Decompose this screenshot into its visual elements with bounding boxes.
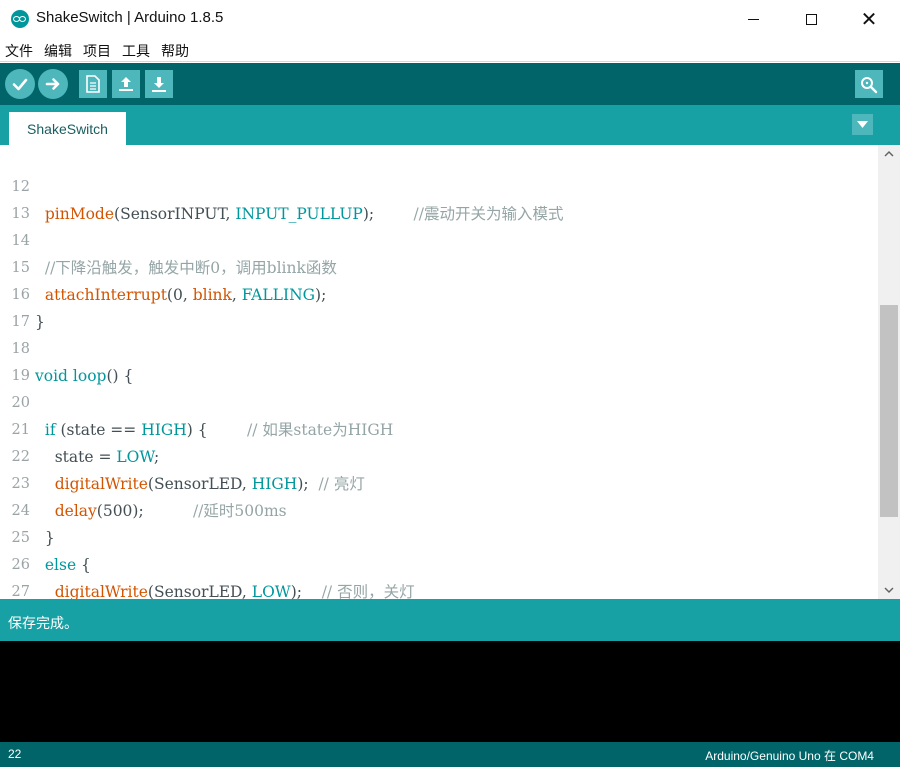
bottom-status-bar: 22 Arduino/Genuino Uno 在 COM4 <box>0 742 900 767</box>
scroll-up-button[interactable] <box>878 145 900 163</box>
minimize-button[interactable] <box>724 0 782 38</box>
upload-button[interactable] <box>38 69 68 99</box>
serial-monitor-button[interactable] <box>855 70 883 98</box>
toolbar <box>0 63 900 105</box>
verify-button[interactable] <box>5 69 35 99</box>
status-message-bar: 保存完成。 <box>0 599 900 641</box>
tab-shakeswitch[interactable]: ShakeSwitch <box>9 112 126 145</box>
board-port-info: Arduino/Genuino Uno 在 COM4 <box>705 749 874 763</box>
open-icon <box>119 77 133 91</box>
minimize-icon <box>747 18 759 20</box>
menu-tools[interactable]: 工具 <box>122 41 150 61</box>
verify-icon <box>12 78 28 91</box>
menu-edit[interactable]: 编辑 <box>44 41 72 61</box>
scroll-thumb[interactable] <box>880 305 898 517</box>
code-line: 24 } <box>0 471 878 547</box>
arduino-logo-icon <box>11 10 29 28</box>
console-output[interactable] <box>0 641 900 742</box>
upload-arrow-icon <box>45 78 60 90</box>
code-line: 20 if (state == HIGH) { // 如果state为HIGH <box>0 363 878 439</box>
save-button[interactable] <box>145 70 173 98</box>
menu-help[interactable]: 帮助 <box>161 41 189 61</box>
code-line: 19 <box>0 336 878 384</box>
menu-sketch[interactable]: 项目 <box>83 41 111 61</box>
tab-menu-button[interactable] <box>852 114 873 135</box>
maximize-icon <box>805 13 817 25</box>
code-editor[interactable]: 12 pinMode(SensorINPUT, INPUT_PULLUP); /… <box>0 145 900 599</box>
window-title: ShakeSwitch | Arduino 1.8.5 <box>36 9 224 26</box>
new-file-icon <box>86 75 100 93</box>
serial-monitor-icon <box>861 77 878 94</box>
menu-file[interactable]: 文件 <box>5 41 33 61</box>
cursor-line-number: 22 <box>8 747 22 761</box>
close-button[interactable]: ✕ <box>840 0 898 38</box>
code-line: 16 } <box>0 255 878 331</box>
editor-scrollbar[interactable] <box>878 145 900 599</box>
code-line: 17 <box>0 282 878 330</box>
code-line: 28 } <box>0 579 878 599</box>
new-button[interactable] <box>79 70 107 98</box>
code-line: 14 //下降沿触发，触发中断0，调用blink函数 <box>0 201 878 277</box>
status-message: 保存完成。 <box>8 616 78 632</box>
code-line: 26 digitalWrite(SensorLED, LOW); // 否则，关… <box>0 525 878 599</box>
code-line: 25 else { <box>0 498 878 574</box>
close-icon: ✕ <box>860 7 878 31</box>
code-line: 13 <box>0 174 878 222</box>
scroll-down-button[interactable] <box>878 581 900 599</box>
menu-bar: 文件 编辑 项目 工具 帮助 <box>0 38 900 62</box>
code-line: 27 } <box>0 552 878 599</box>
code-line: 23 delay(500); //延时500ms <box>0 444 878 520</box>
title-bar: ShakeSwitch | Arduino 1.8.5 ✕ <box>0 0 900 38</box>
code-line: 15 attachInterrupt(0, blink, FALLING); <box>0 228 878 304</box>
maximize-button[interactable] <box>782 0 840 38</box>
code-line: 18 void loop() { <box>0 309 878 385</box>
open-button[interactable] <box>112 70 140 98</box>
chevron-down-icon <box>857 120 868 128</box>
tab-bar: ShakeSwitch <box>0 105 900 145</box>
code-line: 12 pinMode(SensorINPUT, INPUT_PULLUP); /… <box>0 147 878 223</box>
save-icon <box>152 77 166 92</box>
chevron-down-icon <box>884 587 894 593</box>
chevron-up-icon <box>884 151 894 157</box>
code-line: 21 state = LOW; <box>0 390 878 466</box>
code-line: 22 digitalWrite(SensorLED, HIGH); // 亮灯 <box>0 417 878 493</box>
